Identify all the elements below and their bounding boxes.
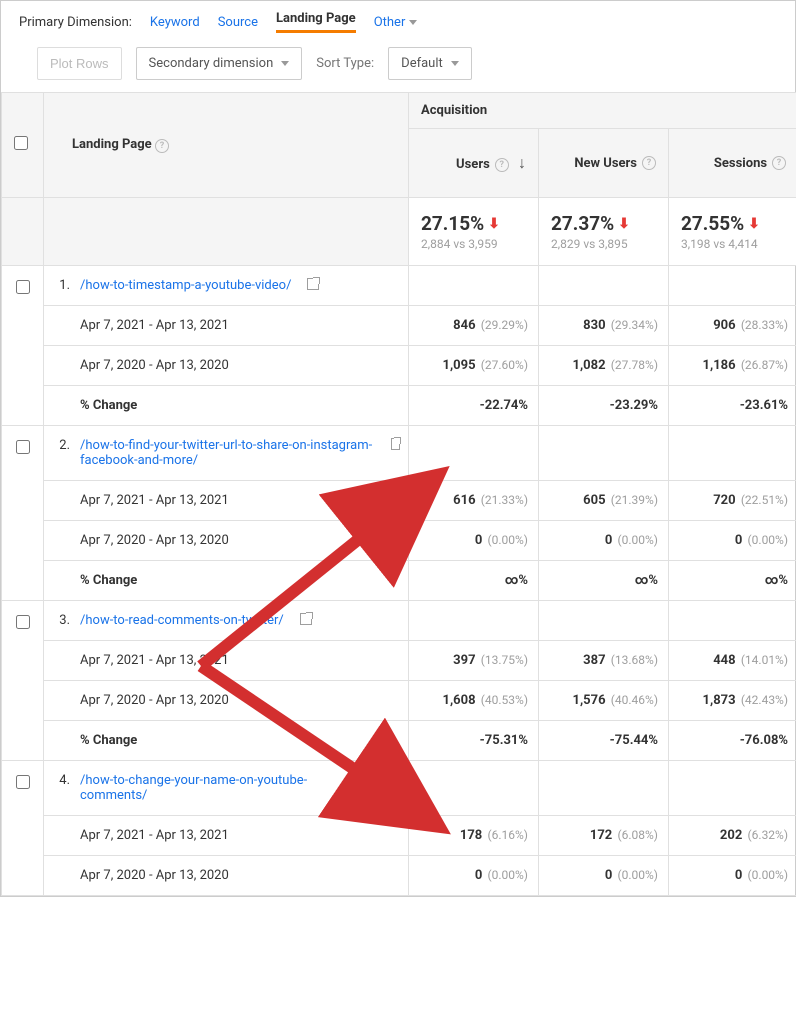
- annotation-arrows: [1, 1, 796, 1025]
